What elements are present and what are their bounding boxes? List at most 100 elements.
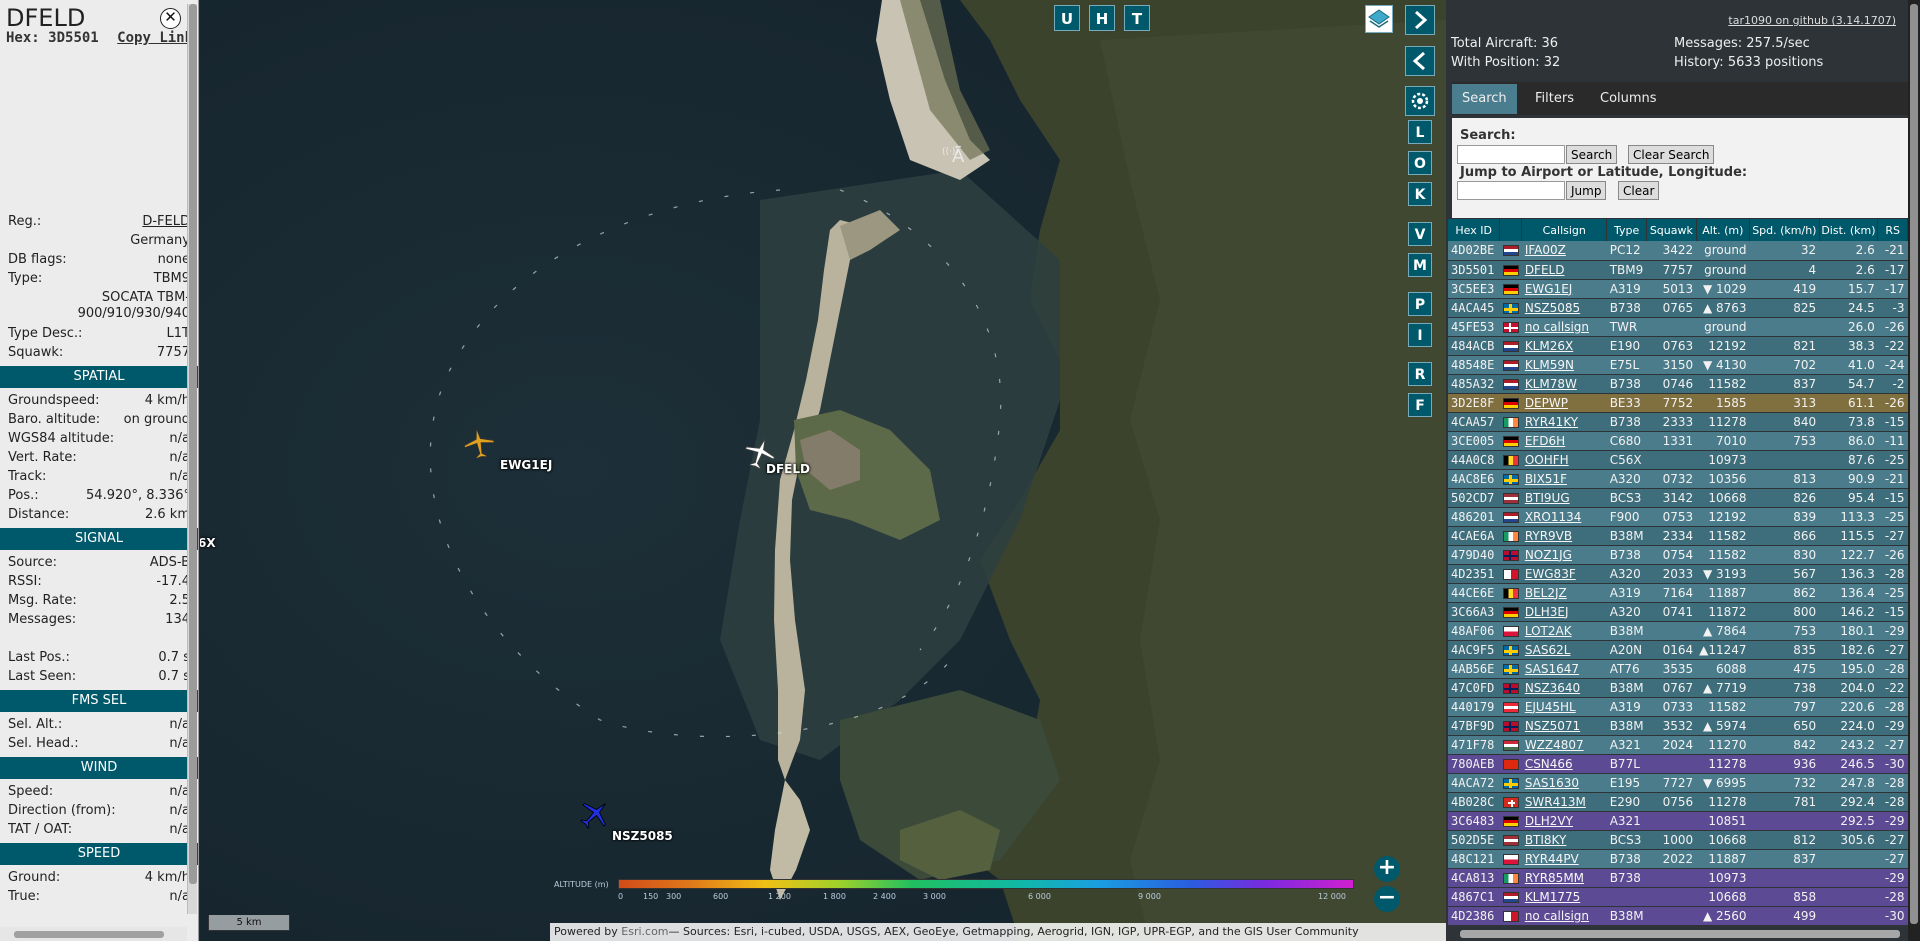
tab-columns[interactable]: Columns — [1590, 84, 1667, 114]
section-fms-sel[interactable]: FMS SEL — [0, 690, 198, 712]
table-row[interactable]: 44CE6E BEL2JZ A319 7164 11887 862 136.4 -25 — [1448, 583, 1908, 603]
map-label-dfeld[interactable]: DFELD — [766, 462, 810, 476]
callsign-link[interactable]: SAS1647 — [1521, 659, 1607, 679]
callsign-link[interactable]: SWR413M — [1521, 792, 1607, 812]
scrollbar-thumb[interactable] — [14, 931, 164, 938]
aircraft-icon-ewg1ej[interactable] — [462, 426, 496, 460]
callsign-link[interactable]: KLM59N — [1521, 355, 1607, 375]
tab-filters[interactable]: Filters — [1525, 84, 1584, 114]
table-row[interactable]: 48C121 RYR44PV B738 2022 11887 837 -27 — [1448, 849, 1908, 869]
column-header[interactable]: RS — [1877, 219, 1908, 241]
table-row[interactable]: 471F78 WZZ4807 A321 2024 11270 842 243.2 -27 — [1448, 735, 1908, 755]
list-horizontal-scrollbar[interactable] — [1446, 927, 1908, 941]
callsign-link[interactable]: NSZ3640 — [1521, 678, 1607, 698]
table-row[interactable]: 3CE005 EFD6H C680 1331 7010 753 86.0 -11 — [1448, 431, 1908, 451]
table-row[interactable]: 3C66A3 DLH3EJ A320 0741 11872 800 146.2 -15 — [1448, 602, 1908, 622]
table-row[interactable]: 3C6483 DLH2VY A321 10851 292.5 -29 — [1448, 811, 1908, 831]
callsign-link[interactable]: KLM78W — [1521, 374, 1607, 394]
zoom-out-button[interactable]: − — [1374, 886, 1400, 912]
scrollbar-thumb[interactable] — [189, 4, 197, 884]
table-row[interactable]: 4CA813 RYR85MM B738 10973 -29 — [1448, 868, 1908, 888]
scrollbar-thumb[interactable] — [1460, 930, 1900, 938]
callsign-link[interactable]: NSZ5085 — [1521, 298, 1607, 318]
callsign-link[interactable]: BTI9UG — [1521, 488, 1607, 508]
section-speed[interactable]: SPEED — [0, 843, 198, 865]
section-wind[interactable]: WIND — [0, 757, 198, 779]
copy-link-button[interactable]: Copy Link — [117, 30, 193, 46]
callsign-link[interactable]: BEL2JZ — [1521, 583, 1607, 603]
layers-icon[interactable] — [1365, 5, 1393, 33]
table-row[interactable]: 440179 EJU45HL A319 0733 11582 797 220.6 -28 — [1448, 697, 1908, 717]
table-row[interactable]: 479D40 NOZ1JG B738 0754 11582 830 122.7 -26 — [1448, 545, 1908, 565]
table-row[interactable]: 4D02BE IFA00Z PC12 3422 ground 32 2.6 -21 — [1448, 241, 1908, 261]
column-header[interactable]: Hex ID — [1448, 219, 1501, 241]
map-view[interactable]: Ā ((·)) EWG1EJ DFELD NSZ5085 6X UHT LOKV… — [200, 0, 1446, 941]
callsign-link[interactable]: EWG83F — [1521, 564, 1607, 584]
callsign-link[interactable]: RYR9VB — [1521, 526, 1607, 546]
callsign-link[interactable]: RYR85MM — [1521, 868, 1607, 888]
callsign-link[interactable]: no callsign — [1521, 317, 1607, 337]
table-row[interactable]: 4D2351 EWG83F A320 2033 ▼ 3193 567 136.3 -28 — [1448, 564, 1908, 584]
map-button-i[interactable]: I — [1408, 323, 1432, 347]
callsign-link[interactable]: SAS1630 — [1521, 773, 1607, 793]
table-row[interactable]: 3C5EE3 EWG1EJ A319 5013 ▼ 1029 419 15.7 -17 — [1448, 279, 1908, 299]
callsign-link[interactable]: EFD6H — [1521, 431, 1607, 451]
scrollbar-thumb[interactable] — [1910, 4, 1918, 924]
github-link[interactable]: tar1090 on github (3.14.1707) — [1728, 14, 1896, 27]
callsign-link[interactable]: DLH3EJ — [1521, 602, 1607, 622]
callsign-link[interactable]: BIX51F — [1521, 469, 1607, 489]
table-row[interactable]: 4AC9F5 SAS62L A20N 0164 ▲11247 835 182.6 -27 — [1448, 640, 1908, 660]
aircraft-table-container[interactable]: Hex ID Callsign Type Squawk Alt. (m) Spd. (km… — [1448, 219, 1908, 927]
collapse-left-icon[interactable] — [1405, 46, 1435, 76]
column-header[interactable]: Alt. (m) — [1696, 219, 1751, 241]
table-row[interactable]: 44A0C8 OOHFH C56X 10973 87.6 -25 — [1448, 450, 1908, 470]
callsign-link[interactable]: EWG1EJ — [1521, 279, 1607, 299]
column-header[interactable] — [1499, 219, 1523, 241]
callsign-link[interactable]: OOHFH — [1521, 450, 1607, 470]
callsign-link[interactable]: XRO1134 — [1521, 507, 1607, 527]
table-row[interactable]: 502D5E BTI8KY BCS3 1000 10668 812 305.6 -27 — [1448, 830, 1908, 850]
list-vertical-scrollbar[interactable] — [1908, 0, 1920, 941]
column-header[interactable]: Type — [1606, 219, 1648, 241]
callsign-link[interactable]: EJU45HL — [1521, 697, 1607, 717]
map-button-k[interactable]: K — [1408, 182, 1432, 206]
table-row[interactable]: 45FE53 no callsign TWR ground 26.0 -26 — [1448, 317, 1908, 337]
map-button-p[interactable]: P — [1408, 292, 1432, 316]
table-row[interactable]: 484ACB KLM26X E190 0763 12192 821 38.3 -22 — [1448, 336, 1908, 356]
callsign-link[interactable]: IFA00Z — [1521, 241, 1607, 261]
settings-gear-icon[interactable] — [1405, 86, 1435, 116]
map-button-o[interactable]: O — [1408, 151, 1432, 175]
table-row[interactable]: 4867C1 KLM1775 10668 858 -28 — [1448, 887, 1908, 907]
table-row[interactable]: 780AEB CSN466 B77L 11278 936 246.5 -30 — [1448, 754, 1908, 774]
table-row[interactable]: 3D2E8F DEPWP BE33 7752 1585 313 61.1 -26 — [1448, 393, 1908, 413]
callsign-link[interactable]: WZZ4807 — [1521, 735, 1607, 755]
callsign-link[interactable]: DFELD — [1521, 260, 1607, 280]
callsign-link[interactable]: CSN466 — [1521, 754, 1607, 774]
map-button-l[interactable]: L — [1408, 120, 1432, 144]
map-button-u[interactable]: U — [1054, 5, 1080, 31]
column-header[interactable]: Squawk — [1646, 219, 1697, 241]
callsign-link[interactable]: SAS62L — [1521, 640, 1607, 660]
callsign-link[interactable]: KLM26X — [1521, 336, 1607, 356]
table-row[interactable]: 48AF06 LOT2AK B38M ▲ 7864 753 180.1 -29 — [1448, 621, 1908, 641]
table-row[interactable]: 4AC8E6 BIX51F A320 0732 10356 813 90.9 -21 — [1448, 469, 1908, 489]
zoom-in-button[interactable]: + — [1374, 856, 1400, 882]
aircraft-icon-nsz5085[interactable] — [578, 797, 612, 831]
table-row[interactable]: 4ACA45 NSZ5085 B738 0765 ▲ 8763 825 24.5 -3 — [1448, 298, 1908, 318]
callsign-link[interactable]: LOT2AK — [1521, 621, 1607, 641]
expand-right-icon[interactable] — [1405, 5, 1435, 35]
table-row[interactable]: 4AB56E SAS1647 AT76 3535 6088 475 195.0 -28 — [1448, 659, 1908, 679]
callsign-link[interactable]: RYR41KY — [1521, 412, 1607, 432]
callsign-link[interactable]: DEPWP — [1521, 393, 1607, 413]
table-row[interactable]: 47C0FD NSZ3640 B38M 0767 ▲ 7719 738 204.0 -22 — [1448, 678, 1908, 698]
info-value[interactable]: D-FELD — [142, 212, 190, 231]
table-row[interactable]: 4B028C SWR413M E290 0756 11278 781 292.4 -28 — [1448, 792, 1908, 812]
table-row[interactable]: 3D5501 DFELD TBM9 7757 ground 4 2.6 -17 — [1448, 260, 1908, 280]
clear-jump-button[interactable]: Clear — [1618, 181, 1660, 200]
callsign-link[interactable]: RYR44PV — [1521, 849, 1607, 869]
clear-search-button[interactable]: Clear Search — [1628, 145, 1715, 164]
callsign-link[interactable]: KLM1775 — [1521, 887, 1607, 907]
table-row[interactable]: 47BF9D NSZ5071 B38M 3532 ▲ 5974 650 224.0 -29 — [1448, 716, 1908, 736]
table-row[interactable]: 486201 XRO1134 F900 0753 12192 839 113.3 -25 — [1448, 507, 1908, 527]
map-button-v[interactable]: V — [1408, 222, 1432, 246]
